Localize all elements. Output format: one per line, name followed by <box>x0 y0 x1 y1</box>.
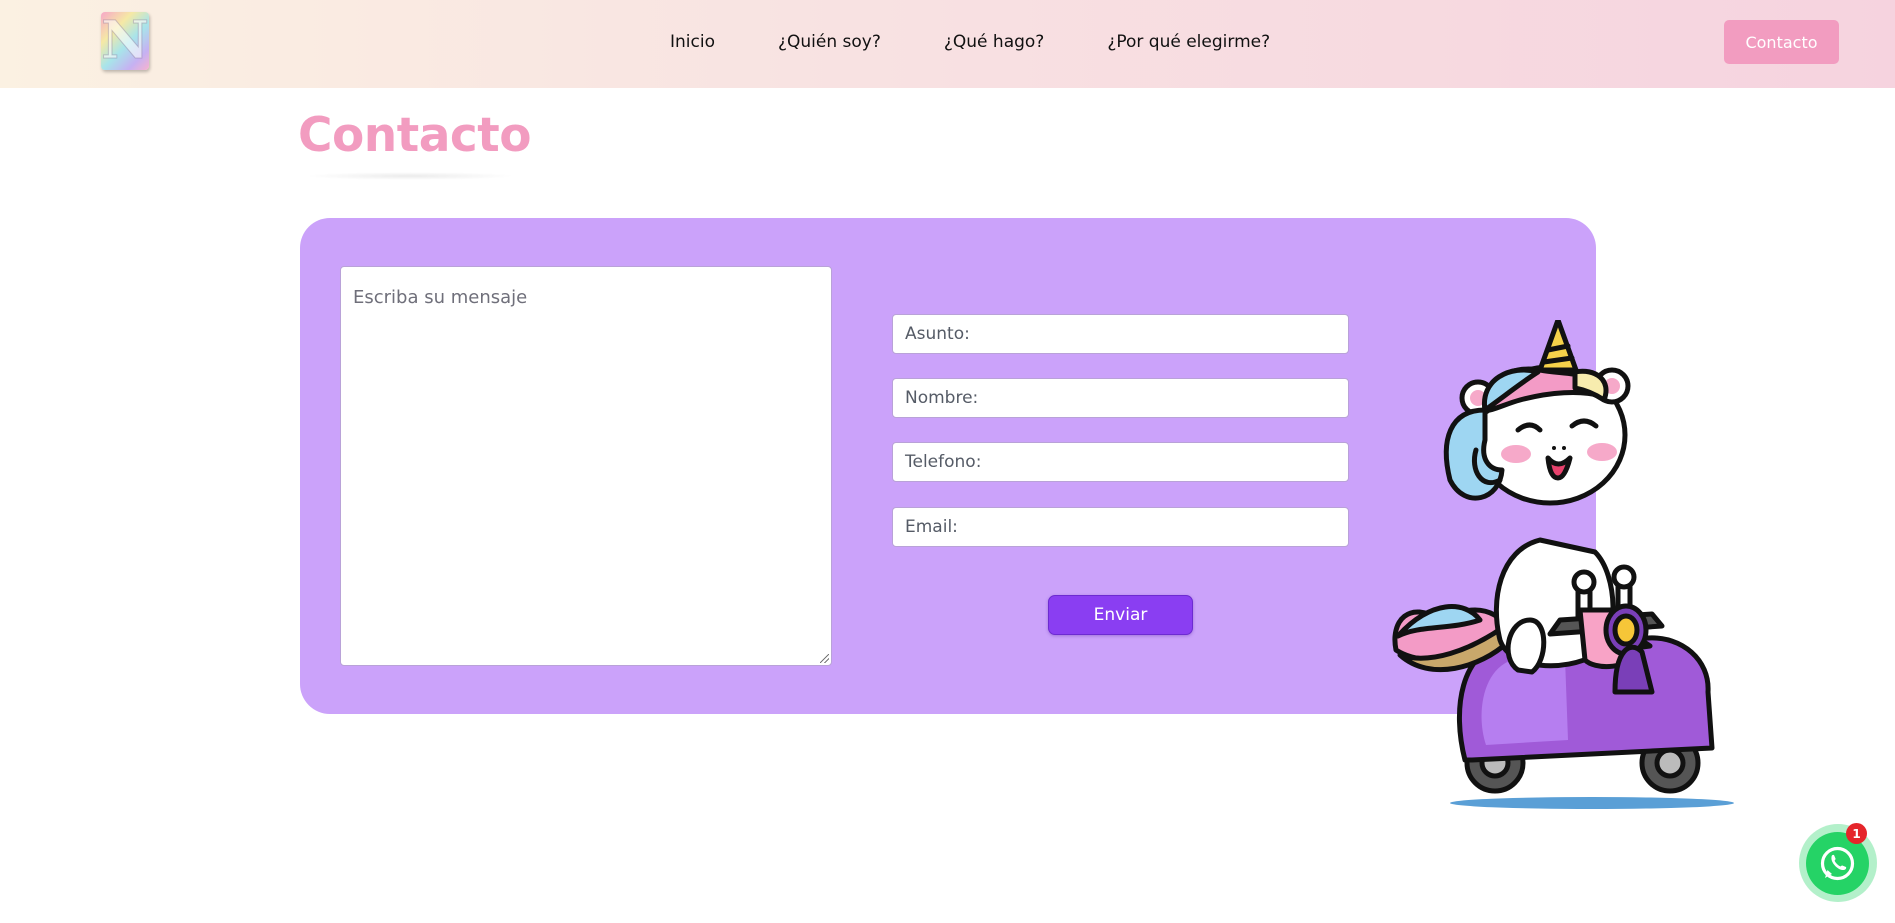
unicorn-scooter-illustration <box>1392 320 1734 809</box>
page-title: Contacto <box>298 108 532 163</box>
phone-input[interactable]: Telefono: <box>892 442 1349 482</box>
nav-link-por-que-elegirme[interactable]: ¿Por qué elegirme? <box>1107 32 1270 52</box>
name-input[interactable]: Nombre: <box>892 378 1349 418</box>
top-navbar: N Inicio ¿Quién soy? ¿Qué hago? ¿Por qué… <box>0 0 1895 88</box>
nav-link-inicio[interactable]: Inicio <box>670 32 715 52</box>
nav-link-que-hago[interactable]: ¿Qué hago? <box>944 32 1044 52</box>
message-textarea[interactable]: Escriba su mensaje <box>340 266 832 666</box>
title-underline-shadow <box>305 172 515 180</box>
submit-button[interactable]: Enviar <box>1048 595 1193 635</box>
main-nav: Inicio ¿Quién soy? ¿Qué hago? ¿Por qué e… <box>670 0 1270 84</box>
notification-badge: 1 <box>1846 823 1867 844</box>
subject-input[interactable]: Asunto: <box>892 314 1349 354</box>
contact-button[interactable]: Contacto <box>1724 20 1839 64</box>
nav-link-quien-soy[interactable]: ¿Quién soy? <box>778 32 881 52</box>
logo-letter: N <box>101 10 150 71</box>
message-placeholder: Escriba su mensaje <box>353 287 528 308</box>
email-input[interactable]: Email: <box>892 507 1349 547</box>
resize-handle[interactable] <box>820 654 829 663</box>
site-logo[interactable]: N <box>101 12 149 70</box>
